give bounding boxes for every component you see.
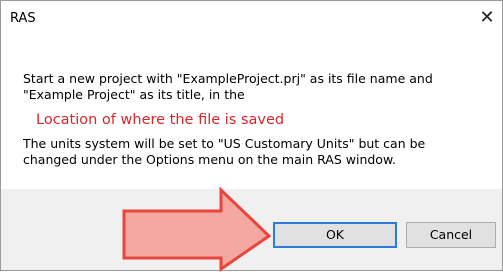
button-bar: OK Cancel: [1, 189, 502, 270]
message-line-4: changed under the Options menu on the ma…: [23, 152, 396, 167]
window-title: RAS: [10, 11, 36, 26]
message-line-1: Start a new project with "ExampleProject…: [23, 71, 433, 86]
ras-dialog: RAS ✕ Start a new project with "ExampleP…: [0, 0, 503, 272]
message-line-2: "Example Project" as its title, in the: [23, 87, 245, 102]
close-icon[interactable]: ✕: [476, 7, 498, 29]
dialog-content: Start a new project with "ExampleProject…: [1, 37, 502, 189]
cancel-button[interactable]: Cancel: [406, 222, 496, 248]
message-line-3: The units system will be set to "US Cust…: [23, 136, 426, 151]
location-text: Location of where the file is saved: [36, 112, 285, 128]
title-bar: RAS ✕: [1, 1, 502, 37]
ok-button[interactable]: OK: [273, 222, 397, 248]
